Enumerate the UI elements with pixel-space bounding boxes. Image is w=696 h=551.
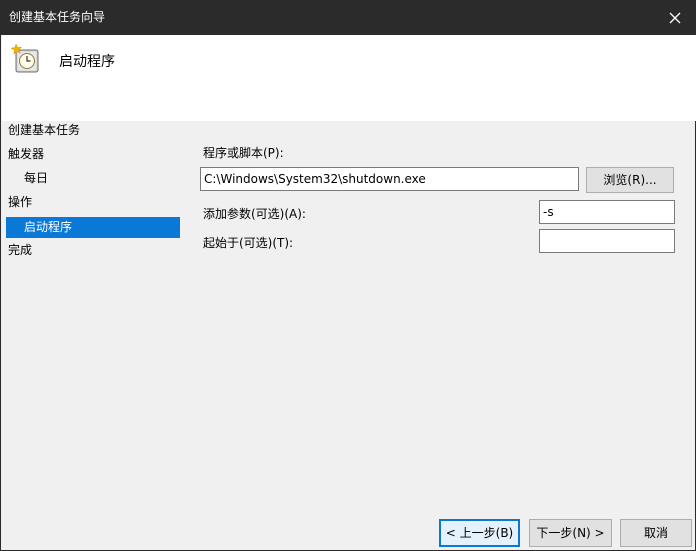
title-bar[interactable]: 创建基本任务向导 — [1, 0, 696, 35]
nav-step-create-basic-task: 创建基本任务 — [8, 123, 81, 137]
program-input-value: C:\Windows\System32\shutdown.exe — [204, 172, 426, 186]
arguments-label: 添加参数(可选)(A): — [203, 207, 306, 221]
nav-step-trigger: 触发器 — [8, 147, 45, 161]
wizard-window: 创建基本任务向导 启动程序 创建基本任务 触发器 每日 操作 启动程序 完成 程… — [0, 0, 696, 551]
program-label: 程序或脚本(P): — [203, 146, 284, 160]
nav-step-finish: 完成 — [8, 243, 33, 257]
close-icon[interactable] — [653, 0, 696, 35]
header-panel: 启动程序 — [2, 35, 696, 121]
window-title: 创建基本任务向导 — [9, 10, 106, 24]
nav-step-start-program-selected: 启动程序 — [6, 217, 180, 238]
page-heading: 启动程序 — [59, 54, 115, 70]
nav-step-start-program-label: 启动程序 — [24, 220, 73, 234]
browse-button[interactable]: 浏览(R)... — [586, 167, 674, 193]
start-in-input[interactable] — [539, 229, 675, 253]
nav-step-daily: 每日 — [24, 171, 49, 185]
cancel-button[interactable]: 取消 — [620, 519, 692, 547]
back-button[interactable]: < 上一步(B) — [439, 519, 520, 547]
next-button[interactable]: 下一步(N) > — [529, 519, 612, 547]
scheduled-task-clock-icon — [10, 43, 40, 73]
program-input[interactable]: C:\Windows\System32\shutdown.exe — [200, 167, 579, 191]
nav-step-action: 操作 — [8, 195, 33, 209]
start-in-label: 起始于(可选)(T): — [203, 236, 294, 250]
arguments-input[interactable]: -s — [539, 200, 675, 224]
arguments-input-value: -s — [543, 205, 554, 219]
